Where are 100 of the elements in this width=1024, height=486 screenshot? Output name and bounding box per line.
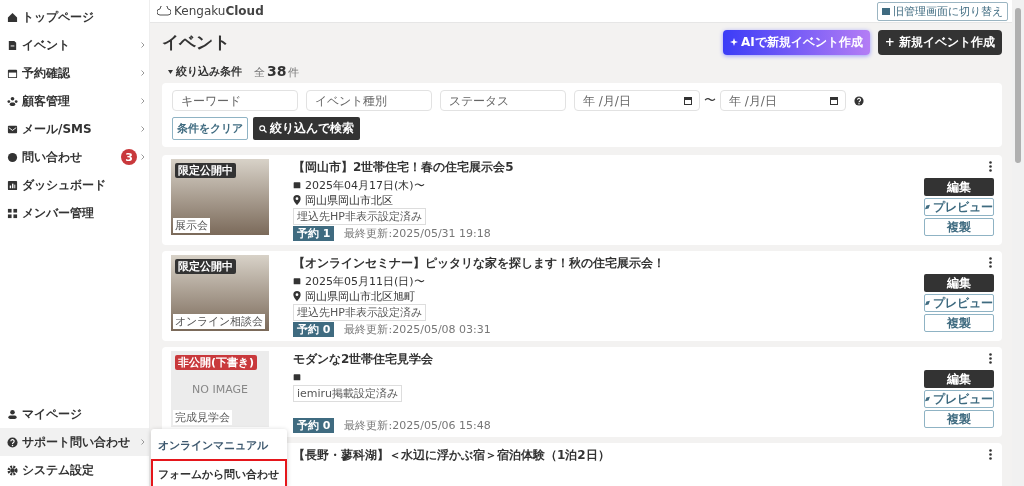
sidebar-label: メール/SMS — [22, 120, 92, 138]
edit-button[interactable]: 編集 — [924, 370, 994, 388]
clear-filters-button[interactable]: 条件をクリア — [172, 117, 248, 140]
calendar-icon — [684, 97, 692, 105]
total-label: 全 — [254, 65, 265, 80]
search-icon — [259, 124, 267, 133]
help-icon[interactable] — [854, 95, 864, 106]
pin-icon — [293, 291, 301, 301]
date-from-field[interactable]: 年 /月/日 — [574, 90, 700, 111]
more-icon[interactable] — [987, 161, 994, 172]
duplicate-button[interactable]: 複製 — [924, 314, 994, 332]
filter-toggle[interactable]: 絞り込み条件 — [168, 64, 242, 79]
event-title[interactable]: 【岡山市】2世帯住宅！春の住宅展示会5 — [293, 159, 900, 176]
event-title[interactable]: 【オンラインセミナー】ピッタリな家を探します！秋の住宅展示会！ — [293, 255, 900, 272]
last-updated: 最終更新:2025/05/06 15:48 — [344, 418, 491, 433]
gear-icon — [7, 464, 18, 476]
sidebar-label: システム設定 — [22, 461, 94, 479]
edit-button[interactable]: 編集 — [924, 178, 994, 196]
people-icon — [7, 95, 18, 107]
submenu-item[interactable]: フォームから問い合わせ — [151, 459, 287, 486]
date-to-field[interactable]: 年 /月/日 — [720, 90, 846, 111]
sidebar-item[interactable]: システム設定 — [0, 456, 149, 484]
sidebar-label: メンバー管理 — [22, 204, 94, 222]
event-type-field[interactable]: イベント種別 — [306, 90, 432, 111]
reservation-badge: 予約 0 — [293, 418, 335, 433]
category-label: 完成見学会 — [173, 410, 232, 425]
status-field[interactable]: ステータス — [440, 90, 566, 111]
scrollbar[interactable] — [1012, 0, 1024, 486]
sidebar-label: 予約確認 — [22, 64, 70, 82]
sidebar-item[interactable]: メール/SMS — [0, 115, 149, 143]
sidebar-label: 問い合わせ — [22, 148, 82, 166]
event-location: 岡山県岡山市北区 — [305, 192, 393, 208]
event-date: 2025年04月17日(木)〜 — [305, 177, 425, 193]
chevron-icon — [141, 439, 145, 445]
status-badge: 限定公開中 — [175, 163, 236, 178]
mail-icon — [7, 123, 18, 135]
sidebar-label: マイページ — [22, 405, 82, 423]
reservation-badge: 予約 0 — [293, 322, 335, 337]
page-title: イベント — [162, 30, 230, 54]
sidebar-label: トップページ — [22, 8, 94, 26]
home-icon — [7, 11, 18, 23]
pin-icon — [293, 195, 301, 205]
calendar-icon — [830, 97, 838, 105]
keyword-field[interactable]: キーワード — [172, 90, 298, 111]
submenu-item[interactable]: オンラインマニュアル — [151, 432, 287, 459]
chevron-icon — [141, 126, 145, 132]
calendar-icon — [7, 67, 18, 79]
total-count: 38 — [267, 63, 287, 79]
chevron-icon — [141, 42, 145, 48]
person-icon — [7, 408, 18, 420]
switch-admin-button[interactable]: 旧管理画面に切り替え — [877, 1, 1008, 21]
app-logo: KengakuCloud — [157, 4, 264, 18]
more-icon[interactable] — [987, 449, 994, 460]
sidebar-item[interactable]: 予約確認 — [0, 59, 149, 87]
sidebar-item[interactable]: メンバー管理 — [0, 199, 149, 227]
preview-button[interactable]: プレビュー — [924, 390, 994, 408]
edit-button[interactable]: 編集 — [924, 274, 994, 292]
setting-tag: iemiru掲載設定済み — [293, 385, 403, 402]
reservation-badge: 予約 1 — [293, 226, 335, 241]
pencil-icon — [925, 300, 930, 306]
duplicate-button[interactable]: 複製 — [924, 410, 994, 428]
setting-tag: 埋込先HP非表示設定済み — [293, 304, 426, 321]
sidebar-item[interactable]: マイページ — [0, 400, 149, 428]
category-label: オンライン相談会 — [173, 314, 265, 329]
range-separator: 〜 — [704, 92, 716, 109]
event-date: 2025年05月11日(日)〜 — [305, 273, 425, 289]
count-unit: 件 — [288, 65, 300, 80]
sidebar-label: ダッシュボード — [22, 176, 106, 194]
duplicate-button[interactable]: 複製 — [924, 218, 994, 236]
sidebar-item[interactable]: トップページ — [0, 3, 149, 31]
pencil-icon — [925, 204, 930, 210]
chart-icon — [7, 179, 18, 191]
caret-icon — [168, 69, 173, 74]
calendar-icon — [293, 373, 301, 381]
sidebar-label: サポート問い合わせ — [22, 433, 130, 451]
status-badge: 限定公開中 — [175, 259, 236, 274]
calendar-icon — [293, 181, 301, 189]
more-icon[interactable] — [987, 353, 994, 364]
sidebar-item[interactable]: 問い合わせ 3 — [0, 143, 149, 171]
sidebar-item[interactable]: イベント — [0, 31, 149, 59]
document-icon — [7, 39, 18, 51]
calendar-icon — [293, 277, 301, 285]
sidebar-item[interactable]: 顧客管理 — [0, 87, 149, 115]
chevron-icon — [141, 70, 145, 76]
window-icon — [882, 7, 890, 15]
ai-create-button[interactable]: AIで新規イベント作成 — [723, 29, 870, 55]
no-image-label: NO IMAGE — [192, 382, 248, 396]
sidebar-item[interactable]: サポート問い合わせ — [0, 428, 149, 456]
sidebar-item[interactable]: ダッシュボード — [0, 171, 149, 199]
preview-button[interactable]: プレビュー — [924, 198, 994, 216]
create-event-button[interactable]: + 新規イベント作成 — [877, 29, 1002, 55]
event-title[interactable]: 【長野・蓼科湖】＜水辺に浮かぶ宿＞宿泊体験（1泊2日） — [293, 447, 900, 464]
chevron-icon — [141, 154, 145, 160]
pencil-icon — [925, 396, 930, 402]
preview-button[interactable]: プレビュー — [924, 294, 994, 312]
search-button[interactable]: 絞り込んで検索 — [253, 117, 360, 140]
more-icon[interactable] — [987, 257, 994, 268]
sidebar-label: イベント — [22, 36, 70, 54]
help-icon — [7, 436, 18, 448]
event-title[interactable]: モダンな2世帯住宅見学会 — [293, 351, 900, 368]
